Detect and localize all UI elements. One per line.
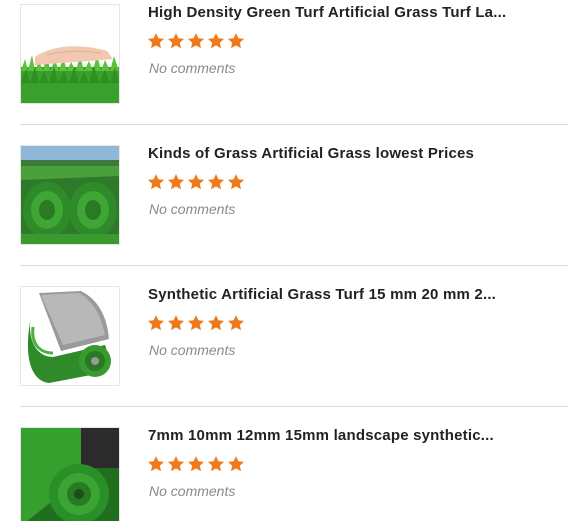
comments-count[interactable]: No comments [149,483,235,499]
star-icon [187,173,205,191]
rating-stars [147,455,247,475]
grass-rolls-photo-icon [21,146,119,244]
product-thumbnail-1[interactable] [20,4,120,104]
star-icon [147,32,165,50]
star-icon [147,455,165,473]
star-icon [207,314,225,332]
rating-stars [147,173,247,193]
star-icon [207,173,225,191]
product-thumbnail-2[interactable] [20,145,120,245]
star-icon [167,455,185,473]
star-icon [167,314,185,332]
rating-stars [147,32,247,52]
rating-stars [147,314,247,334]
product-item-4[interactable]: 7mm 10mm 12mm 15mm landscape synthetic..… [20,427,568,521]
grass-carpet-roll-photo-icon [21,428,119,521]
grass-roll-photo-icon [21,287,119,385]
product-thumbnail-4[interactable] [20,427,120,521]
comments-count[interactable]: No comments [149,201,235,217]
star-icon [227,32,245,50]
star-icon [207,455,225,473]
product-title[interactable]: Kinds of Grass Artificial Grass lowest P… [148,145,568,163]
star-icon [167,32,185,50]
product-item-3[interactable]: Synthetic Artificial Grass Turf 15 mm 20… [20,286,568,386]
comments-count[interactable]: No comments [149,60,235,76]
star-icon [207,32,225,50]
product-title[interactable]: 7mm 10mm 12mm 15mm landscape synthetic..… [148,427,568,445]
grass-hand-photo-icon [21,5,119,103]
star-icon [187,455,205,473]
product-thumbnail-3[interactable] [20,286,120,386]
divider [20,265,568,266]
star-icon [227,314,245,332]
product-item-1[interactable]: High Density Green Turf Artificial Grass… [20,4,568,104]
product-title[interactable]: High Density Green Turf Artificial Grass… [148,4,568,22]
divider [20,124,568,125]
star-icon [187,314,205,332]
star-icon [187,32,205,50]
star-icon [147,173,165,191]
divider [20,406,568,407]
star-icon [227,455,245,473]
star-icon [227,173,245,191]
star-icon [147,314,165,332]
star-icon [167,173,185,191]
product-title[interactable]: Synthetic Artificial Grass Turf 15 mm 20… [148,286,568,304]
comments-count[interactable]: No comments [149,342,235,358]
product-item-2[interactable]: Kinds of Grass Artificial Grass lowest P… [20,145,568,245]
